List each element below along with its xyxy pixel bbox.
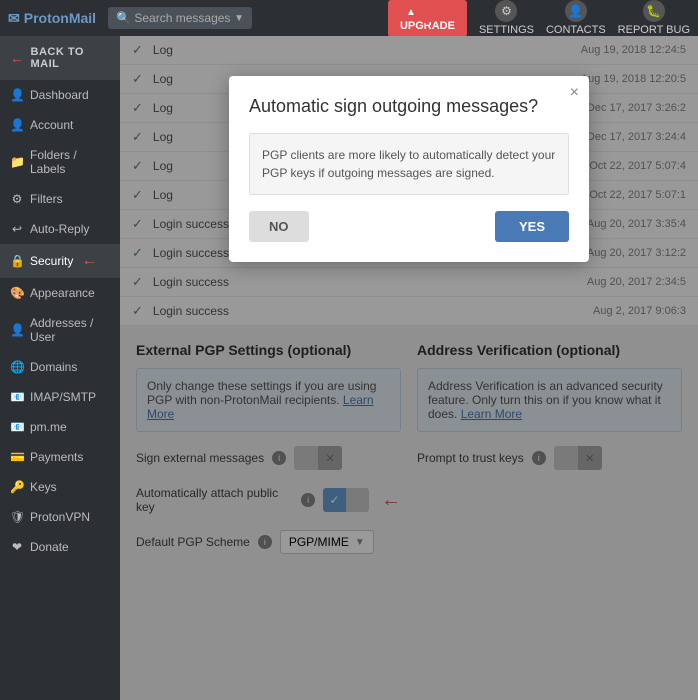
modal-overlay: × Automatic sign outgoing messages? PGP … — [120, 36, 698, 700]
addresses-icon: 👤 — [10, 323, 24, 337]
protonvpn-icon: 🛡 — [10, 510, 24, 524]
pm-me-icon: 📧 — [10, 420, 24, 434]
sidebar: ← BACK TO MAIL 👤 Dashboard 👤 Account 📁 F… — [0, 36, 120, 700]
sidebar-item-security[interactable]: 🔒 Security ← — [0, 244, 120, 278]
logo-icon: ✉ — [8, 10, 20, 27]
report-bug-button[interactable]: 🐛 REPORT BUG — [618, 0, 690, 36]
security-icon: 🔒 — [10, 254, 24, 268]
bug-icon: 🐛 — [643, 0, 665, 22]
contacts-button[interactable]: 👤 CONTACTS — [546, 0, 606, 36]
arrow-left-icon: ← — [10, 50, 25, 66]
modal-no-button[interactable]: NO — [249, 211, 309, 242]
search-box[interactable]: 🔍 Search messages ▼ — [108, 7, 252, 29]
settings-button[interactable]: ⚙ SETTINGS — [479, 0, 534, 36]
search-placeholder: Search messages — [134, 11, 230, 25]
modal-actions: NO YES — [249, 211, 569, 242]
sidebar-item-payments[interactable]: 💳 Payments — [0, 442, 120, 472]
auto-reply-icon: ↩ — [10, 222, 24, 236]
sidebar-item-dashboard[interactable]: 👤 Dashboard — [0, 80, 120, 110]
topbar-actions: ▲ UPGRADE ⚙ SETTINGS 👤 CONTACTS 🐛 REPORT… — [388, 0, 690, 37]
sidebar-item-appearance[interactable]: 🎨 Appearance — [0, 278, 120, 308]
domains-icon: 🌐 — [10, 360, 24, 374]
main-layout: ← BACK TO MAIL 👤 Dashboard 👤 Account 📁 F… — [0, 36, 698, 700]
modal-yes-button[interactable]: YES — [495, 211, 569, 242]
keys-icon: 🔑 — [10, 480, 24, 494]
appearance-icon: 🎨 — [10, 286, 24, 300]
modal-close-button[interactable]: × — [570, 84, 579, 102]
sidebar-item-folders[interactable]: 📁 Folders / Labels — [0, 140, 120, 184]
sidebar-item-protonvpn[interactable]: 🛡 ProtonVPN — [0, 502, 120, 532]
modal-dialog: × Automatic sign outgoing messages? PGP … — [229, 76, 589, 262]
sidebar-item-auto-reply[interactable]: ↩ Auto-Reply — [0, 214, 120, 244]
sidebar-active-arrow: ← — [81, 252, 97, 270]
donate-icon: ❤ — [10, 540, 24, 554]
modal-body: PGP clients are more likely to automatic… — [249, 133, 569, 195]
sidebar-item-account[interactable]: 👤 Account — [0, 110, 120, 140]
upgrade-button[interactable]: ▲ UPGRADE — [388, 0, 467, 37]
folders-icon: 📁 — [10, 155, 24, 169]
filters-icon: ⚙ — [10, 192, 24, 206]
back-to-mail-button[interactable]: ← BACK TO MAIL — [0, 36, 120, 80]
sidebar-item-keys[interactable]: 🔑 Keys — [0, 472, 120, 502]
topbar: ✉ ProtonMail 🔍 Search messages ▼ ▲ UPGRA… — [0, 0, 698, 36]
sidebar-item-imap[interactable]: 📧 IMAP/SMTP — [0, 382, 120, 412]
search-icon: 🔍 — [116, 11, 131, 25]
sidebar-item-domains[interactable]: 🌐 Domains — [0, 352, 120, 382]
sidebar-item-addresses[interactable]: 👤 Addresses / User — [0, 308, 120, 352]
payments-icon: 💳 — [10, 450, 24, 464]
modal-title: Automatic sign outgoing messages? — [249, 96, 569, 117]
logo: ✉ ProtonMail — [8, 10, 96, 27]
sidebar-item-pm-me[interactable]: 📧 pm.me — [0, 412, 120, 442]
contacts-icon: 👤 — [565, 0, 587, 22]
imap-icon: 📧 — [10, 390, 24, 404]
dashboard-icon: 👤 — [10, 88, 24, 102]
account-icon: 👤 — [10, 118, 24, 132]
settings-icon: ⚙ — [495, 0, 517, 22]
sidebar-item-donate[interactable]: ❤ Donate — [0, 532, 120, 562]
sidebar-item-filters[interactable]: ⚙ Filters — [0, 184, 120, 214]
content-area: ✓ Log Aug 19, 2018 12:24:5 ✓ Log Aug 19,… — [120, 36, 698, 700]
